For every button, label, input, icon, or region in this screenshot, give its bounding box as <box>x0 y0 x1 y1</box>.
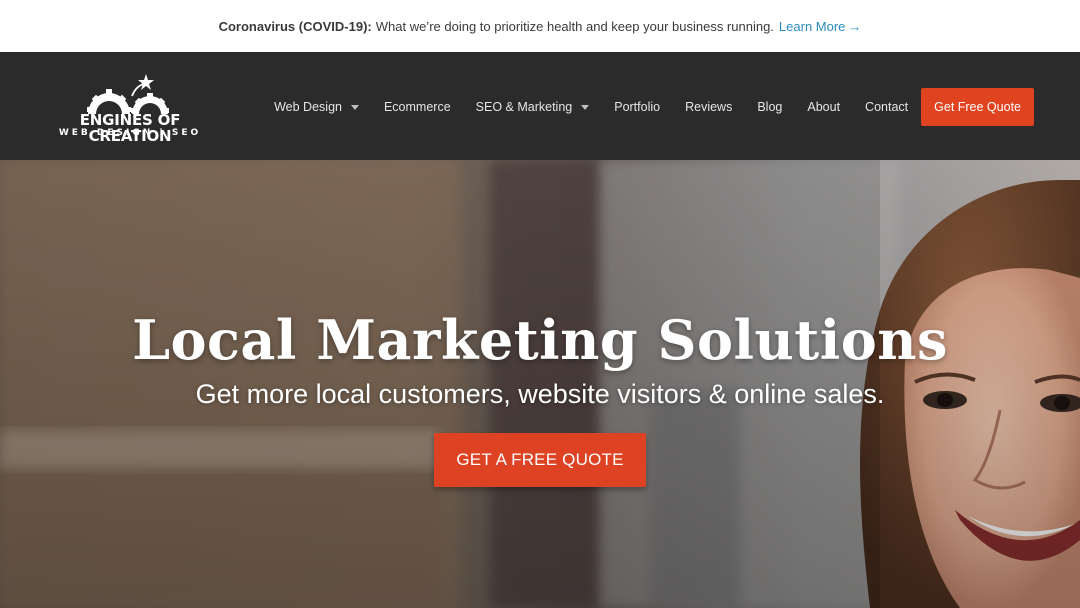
nav-item-contact[interactable]: Contact <box>865 100 908 114</box>
hero-title: Local Marketing Solutions <box>132 308 948 372</box>
nav-item-reviews[interactable]: Reviews <box>685 100 732 114</box>
logo-tagline: WEB DESIGN | SEO <box>58 128 202 138</box>
learn-more-link[interactable]: Learn More <box>779 19 845 34</box>
nav-label: SEO & Marketing <box>475 100 573 114</box>
get-a-free-quote-button[interactable]: GET A FREE QUOTE <box>434 433 646 487</box>
hero-section: Local Marketing Solutions Get more local… <box>0 160 1080 608</box>
chevron-down-icon[interactable] <box>581 105 590 110</box>
chevron-down-icon[interactable] <box>350 105 359 110</box>
main-nav: Web Design Ecommerce SEO & Marketing Por… <box>249 88 1034 126</box>
nav-label: Contact <box>865 100 909 114</box>
nav-item-ecommerce[interactable]: Ecommerce <box>384 100 451 114</box>
announcement-label: Coronavirus (COVID-19): <box>218 18 372 34</box>
nav-item-blog[interactable]: Blog <box>757 100 782 114</box>
nav-label: Blog <box>757 100 783 114</box>
gear-icon <box>87 74 169 114</box>
announcement-message: What we’re doing to prioritize health an… <box>375 18 774 34</box>
nav-label: Portfolio <box>614 100 661 114</box>
announcement-bar: Coronavirus (COVID-19): What we’re doing… <box>0 0 1080 52</box>
nav-item-portfolio[interactable]: Portfolio <box>614 100 660 114</box>
get-free-quote-button[interactable]: Get Free Quote <box>921 88 1034 126</box>
nav-label: Web Design <box>274 100 342 114</box>
nav-label: Ecommerce <box>383 100 451 114</box>
arrow-right-icon[interactable]: → <box>848 19 861 34</box>
nav-label: Reviews <box>685 100 733 114</box>
nav-item-about[interactable]: About <box>807 100 840 114</box>
logo[interactable]: ENGINES OF CREATION WEB DESIGN | SEO <box>44 72 216 144</box>
star-icon <box>138 74 154 90</box>
site-header: ENGINES OF CREATION WEB DESIGN | SEO Web… <box>0 52 1080 160</box>
nav-item-seo-marketing[interactable]: SEO & Marketing <box>476 100 590 114</box>
nav-item-web-design[interactable]: Web Design <box>274 100 359 114</box>
nav-label: About <box>807 100 841 114</box>
hero-subtitle: Get more local customers, website visito… <box>195 379 885 409</box>
